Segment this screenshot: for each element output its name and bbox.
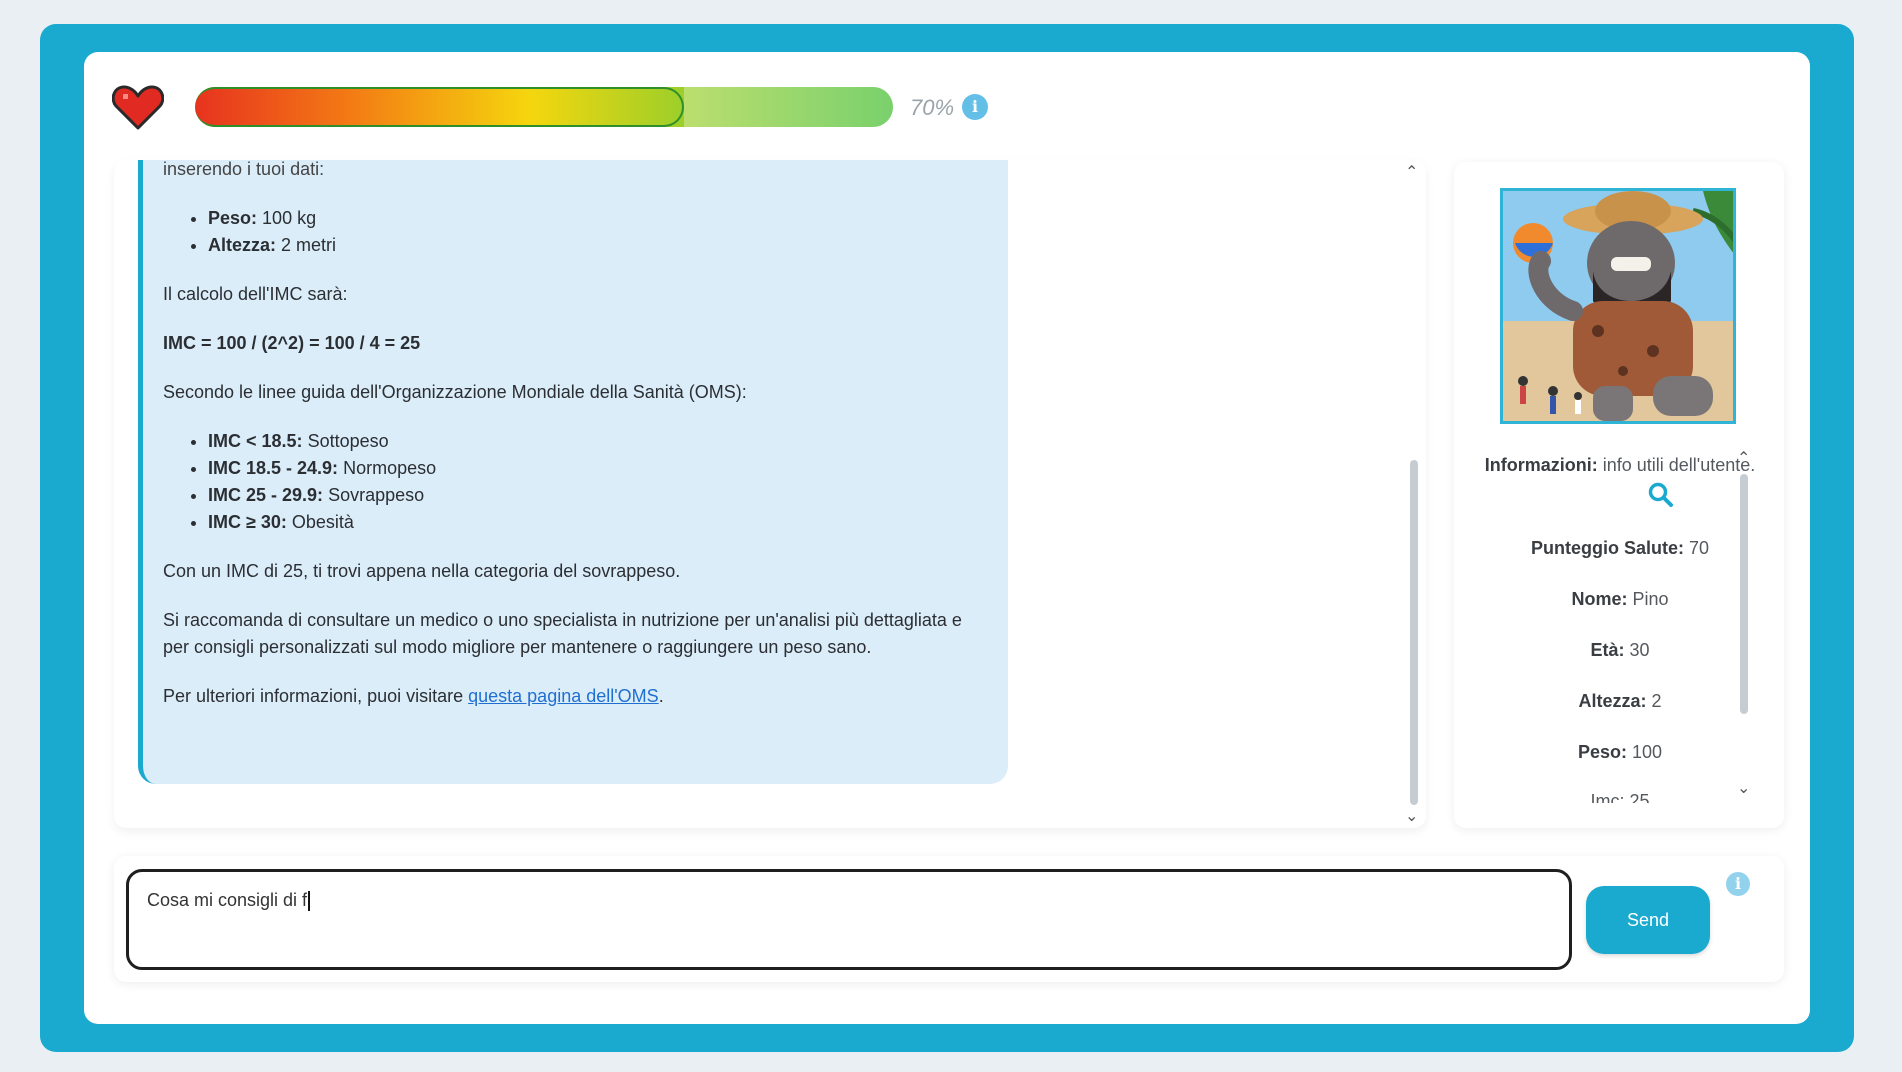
message-input[interactable]: Cosa mi consigli di f [126, 869, 1572, 970]
scroll-down-arrow[interactable]: ⌄ [1405, 806, 1418, 826]
text-caret [308, 891, 311, 912]
info-icon[interactable]: i [1726, 872, 1750, 896]
send-button[interactable]: Send [1586, 886, 1710, 954]
message-text: Con un IMC di 25, ti trovi appena nella … [163, 561, 681, 581]
assistant-message: inserendo i tuoi dati: Peso: 100 kg Alte… [138, 160, 1008, 784]
profile-height: Altezza: 2 [1578, 691, 1662, 711]
profile-info: Informazioni: info utili dell'utente. [1484, 455, 1756, 475]
message-text: Si raccomanda di consultare un medico o … [163, 610, 962, 657]
list-item: IMC 25 - 29.9: Sovrappeso [208, 482, 984, 509]
user-data-list: Peso: 100 kg Altezza: 2 metri [208, 205, 984, 259]
profile-weight: Peso: 100 [1577, 742, 1663, 762]
list-item: IMC < 18.5: Sottopeso [208, 428, 984, 455]
message-text: Per ulteriori informazioni, puoi visitar… [163, 686, 664, 706]
health-progress-bar [195, 87, 893, 127]
list-item: IMC 18.5 - 24.9: Normopeso [208, 455, 984, 482]
search-icon[interactable] [1648, 482, 1674, 508]
list-item: Peso: 100 kg [208, 205, 984, 232]
bmi-category-list: IMC < 18.5: Sottopeso IMC 18.5 - 24.9: N… [208, 428, 984, 536]
message-text: inserendo i tuoi dati: [163, 160, 325, 179]
oms-link[interactable]: questa pagina dell'OMS [468, 686, 659, 706]
profile-bmi-cutoff: Imc: 25 [1590, 791, 1650, 803]
avatar [1500, 188, 1736, 424]
side-scroll-up-arrow[interactable]: ⌃ [1737, 448, 1750, 468]
info-icon[interactable]: i [962, 94, 988, 120]
health-progress-fill [195, 87, 684, 127]
message-text: Secondo le linee guida dell'Organizzazio… [163, 382, 747, 402]
heart-icon [112, 85, 164, 130]
scroll-up-arrow[interactable]: ⌃ [1405, 162, 1418, 182]
list-item: Altezza: 2 metri [208, 232, 984, 259]
profile-health-score: Punteggio Salute: 70 [1530, 538, 1710, 558]
avatar-image [1503, 191, 1733, 421]
health-progress-remaining [683, 87, 893, 127]
bmi-formula: IMC = 100 / (2^2) = 100 / 4 = 25 [163, 333, 421, 353]
list-item: IMC ≥ 30: Obesità [208, 509, 984, 536]
profile-scrollbar[interactable] [1740, 474, 1748, 714]
profile-age: Età: 30 [1590, 640, 1650, 660]
message-text: Il calcolo dell'IMC sarà: [163, 284, 348, 304]
side-scroll-down-arrow[interactable]: ⌄ [1737, 778, 1750, 798]
chat-scrollbar[interactable] [1410, 460, 1418, 805]
profile-name: Nome: Pino [1571, 589, 1669, 609]
chat-area[interactable]: inserendo i tuoi dati: Peso: 100 kg Alte… [114, 160, 1426, 828]
health-percent: 70% [910, 95, 955, 120]
